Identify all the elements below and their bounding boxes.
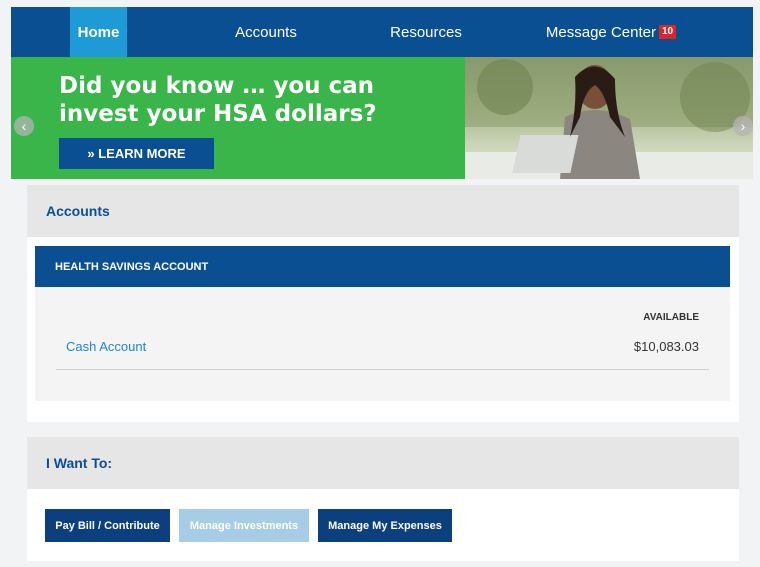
cash-account-link[interactable]: Cash Account — [66, 339, 146, 354]
learn-more-button[interactable]: » LEARN MORE — [59, 138, 214, 169]
row-divider — [56, 369, 709, 370]
banner-text-area: Did you know … you can invest your HSA d… — [11, 57, 465, 179]
carousel-next-icon[interactable]: › — [733, 116, 753, 136]
manage-my-expenses-button[interactable]: Manage My Expenses — [318, 509, 452, 542]
nav-home-label: Home — [77, 23, 120, 41]
cash-account-balance: $10,083.03 — [633, 339, 699, 354]
nav-resources-tab[interactable]: Resources — [371, 7, 481, 57]
nav-message-center-label: Message Center — [545, 23, 656, 41]
banner-photo — [465, 57, 753, 179]
available-column-header: AVAILABLE — [643, 312, 699, 323]
banner-headline: Did you know … you can invest your HSA d… — [59, 73, 377, 127]
accounts-panel: Accounts HEALTH SAVINGS ACCOUNT AVAILABL… — [27, 185, 739, 422]
nav-message-center-tab[interactable]: Message Center 10 — [526, 7, 696, 57]
nav-accounts-label: Accounts — [235, 23, 297, 41]
nav-resources-label: Resources — [390, 23, 462, 41]
woman-with-laptop-image — [465, 57, 753, 179]
manage-investments-button[interactable]: Manage Investments — [179, 509, 309, 542]
pay-bill-contribute-button[interactable]: Pay Bill / Contribute — [45, 509, 170, 542]
i-want-to-panel: I Want To: Pay Bill / Contribute Manage … — [27, 437, 739, 561]
message-count-badge: 10 — [658, 25, 677, 39]
carousel-prev-icon[interactable]: ‹ — [14, 116, 34, 136]
i-want-to-title: I Want To: — [27, 437, 739, 489]
nav-accounts-tab[interactable]: Accounts — [211, 7, 321, 57]
hsa-section: HEALTH SAVINGS ACCOUNT AVAILABLE Cash Ac… — [35, 246, 730, 401]
promo-banner: Did you know … you can invest your HSA d… — [11, 57, 753, 179]
nav-home-tab[interactable]: Home — [70, 7, 127, 57]
hsa-section-header: HEALTH SAVINGS ACCOUNT — [35, 246, 730, 287]
top-nav: Home Accounts Resources Message Center 1… — [11, 7, 753, 57]
accounts-panel-title: Accounts — [27, 185, 739, 237]
action-buttons: Pay Bill / Contribute Manage Investments… — [45, 509, 461, 542]
